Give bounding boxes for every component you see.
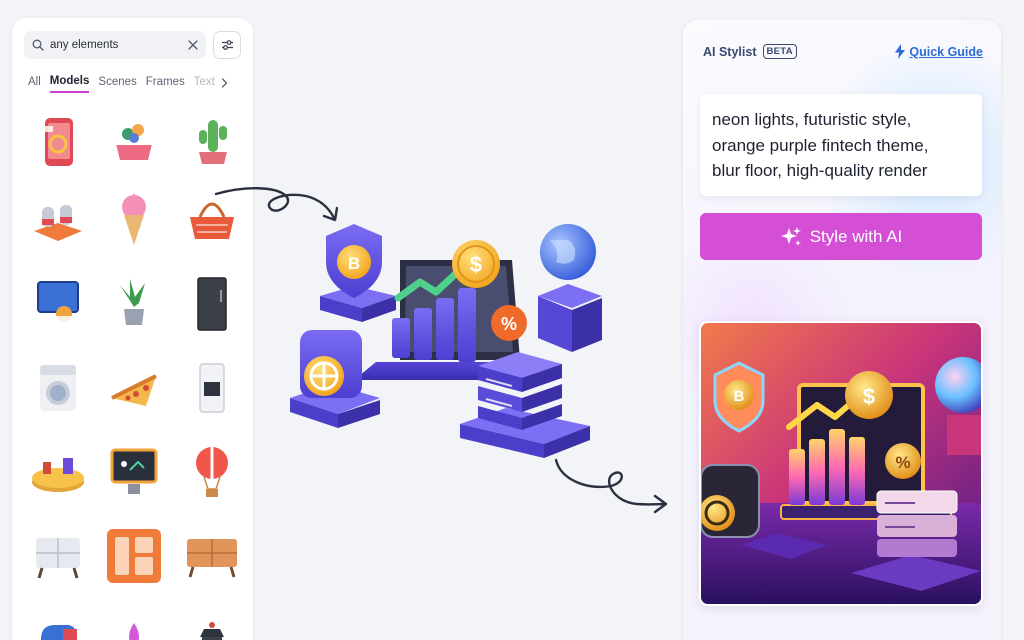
svg-text:$: $ — [863, 384, 875, 409]
search-row — [24, 31, 241, 59]
tab-scenes[interactable]: Scenes — [98, 76, 136, 92]
pizza-slice-model[interactable] — [102, 356, 166, 420]
lotus-model[interactable] — [102, 608, 166, 640]
sneakers-model[interactable] — [26, 188, 90, 252]
ai-stylist-panel: AI Stylist BETA Quick Guide neon lights,… — [683, 20, 1001, 640]
phone-gift-model[interactable] — [26, 110, 90, 174]
styled-result-card[interactable]: B $ % — [699, 321, 983, 606]
cactus-model[interactable] — [180, 110, 244, 174]
sliders-icon — [221, 39, 234, 51]
mailbox-model[interactable] — [26, 608, 90, 640]
prompt-line: orange purple fintech theme, — [712, 135, 929, 155]
svg-text:B: B — [348, 254, 360, 273]
panel-title: AI Stylist — [703, 44, 757, 59]
wooden-drawer-model[interactable] — [180, 524, 244, 588]
ice-cream-model[interactable] — [102, 188, 166, 252]
refrigerator-model[interactable] — [180, 272, 244, 336]
svg-text:%: % — [895, 453, 910, 472]
stylist-header: AI Stylist BETA Quick Guide — [703, 44, 983, 59]
svg-text:$: $ — [470, 252, 482, 277]
filter-button[interactable] — [213, 31, 241, 59]
tab-frames[interactable]: Frames — [146, 76, 185, 92]
flower-basket-model[interactable] — [102, 110, 166, 174]
dresser-model[interactable] — [26, 524, 90, 588]
stylist-title-group: AI Stylist BETA — [703, 44, 797, 59]
monitor-board-model[interactable] — [102, 440, 166, 504]
model-library-panel: All Models Scenes Frames Text — [12, 18, 253, 640]
search-input[interactable] — [50, 39, 182, 51]
potted-plant-model[interactable] — [102, 272, 166, 336]
water-dispenser-model[interactable] — [180, 356, 244, 420]
search-box[interactable] — [24, 31, 206, 59]
beta-badge: BETA — [762, 44, 797, 59]
hot-air-balloon-model[interactable] — [180, 440, 244, 504]
quick-guide-link[interactable]: Quick Guide — [895, 44, 983, 59]
category-tabs: All Models Scenes Frames Text — [28, 73, 243, 95]
sparkle-icon — [780, 226, 802, 248]
style-with-ai-button[interactable]: Style with AI — [700, 213, 982, 260]
styled-result-image: B $ % — [701, 323, 981, 604]
prompt-textarea[interactable]: neon lights, futuristic style, orange pu… — [700, 94, 982, 196]
fintech-3d-illustration: $ % B — [280, 180, 630, 480]
quick-guide-label: Quick Guide — [909, 44, 983, 59]
basketball-hoop-model[interactable] — [26, 272, 90, 336]
tab-text[interactable]: Text — [194, 76, 215, 92]
lightning-icon — [895, 44, 906, 59]
prompt-line: blur floor, high-quality render — [712, 161, 928, 180]
orange-cabinet-model[interactable] — [102, 524, 166, 588]
svg-text:%: % — [501, 314, 517, 334]
washing-machine-model[interactable] — [26, 356, 90, 420]
prompt-line: neon lights, futuristic style, — [712, 110, 912, 129]
tab-all[interactable]: All — [28, 76, 41, 92]
tab-models[interactable]: Models — [49, 75, 90, 93]
chevron-right-icon[interactable] — [221, 77, 228, 91]
search-icon — [32, 39, 44, 51]
style-button-label: Style with AI — [809, 226, 903, 246]
festive-table-model[interactable] — [26, 440, 90, 504]
svg-text:B: B — [734, 388, 745, 405]
lantern-model[interactable] — [180, 608, 244, 640]
close-icon[interactable] — [188, 40, 198, 50]
